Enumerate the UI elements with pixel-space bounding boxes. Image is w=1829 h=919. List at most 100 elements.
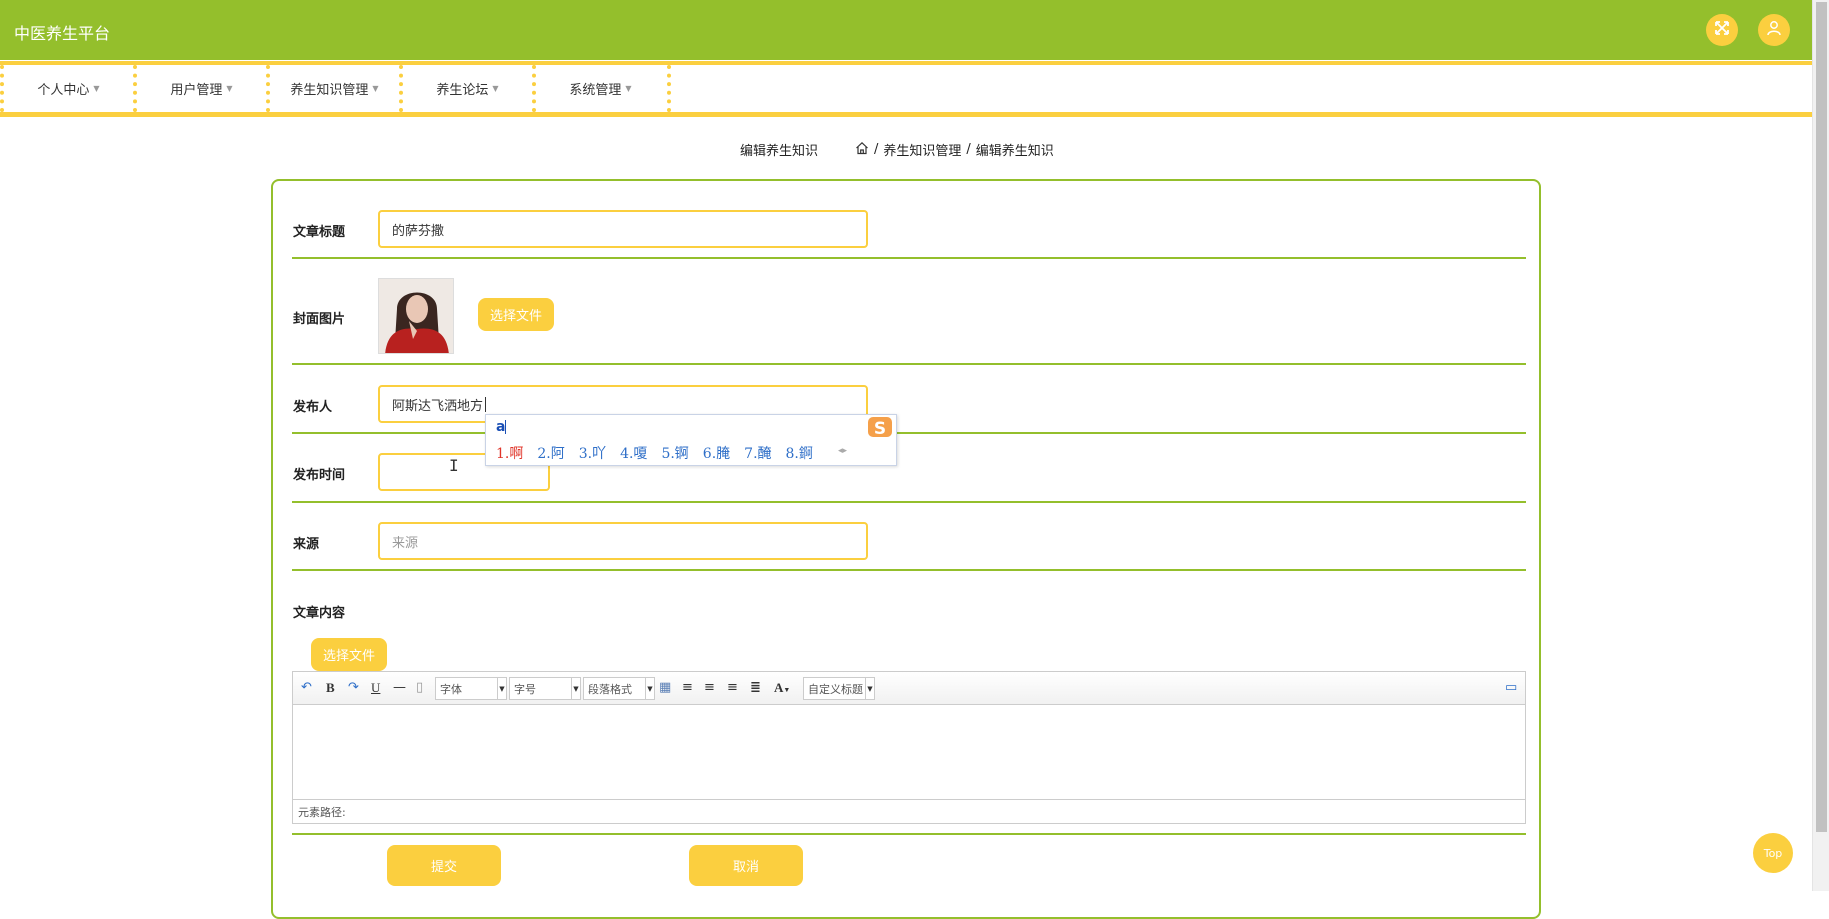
- select-label: 自定义标题: [808, 682, 863, 696]
- custom-title-select[interactable]: 自定义标题 ▼: [803, 677, 875, 700]
- row-divider: [292, 363, 1526, 365]
- ime-pinyin: a: [496, 419, 507, 435]
- nav-forum[interactable]: 养生论坛 ▼: [399, 65, 532, 112]
- nav-system-management[interactable]: 系统管理 ▼: [532, 65, 665, 112]
- align-right-icon[interactable]: ≡: [704, 680, 715, 695]
- underline-icon[interactable]: U: [371, 680, 380, 696]
- nav-label: 用户管理: [170, 83, 223, 98]
- breadcrumb-separator: /: [874, 142, 879, 157]
- home-icon[interactable]: [855, 141, 869, 159]
- page-icon[interactable]: ▯: [416, 680, 423, 695]
- ime-candidate[interactable]: 2.阿: [537, 443, 564, 463]
- align-left-icon[interactable]: ≡: [682, 680, 693, 695]
- ime-candidate[interactable]: 4.嗄: [620, 443, 647, 463]
- nav-label: 系统管理: [569, 83, 622, 98]
- font-family-select[interactable]: 字体 ▼: [435, 677, 507, 700]
- dropdown-arrow-icon: ▼: [497, 678, 506, 699]
- paragraph-format-select[interactable]: 段落格式 ▼: [583, 677, 655, 700]
- table-icon[interactable]: ▦: [659, 680, 671, 695]
- user-button[interactable]: [1758, 14, 1790, 46]
- nav-divider: [667, 65, 671, 112]
- breadcrumb-knowledge[interactable]: 养生知识管理: [883, 140, 961, 159]
- caret-down-icon: ▼: [372, 84, 379, 93]
- nav-label: 个人中心: [37, 83, 90, 98]
- ime-candidate[interactable]: 8.錒: [786, 443, 813, 463]
- page-scrollbar[interactable]: [1812, 0, 1829, 891]
- nav-knowledge-management[interactable]: 养生知识管理 ▼: [266, 65, 399, 112]
- cover-choose-file-button[interactable]: 选择文件: [478, 298, 554, 331]
- cover-label: 封面图片: [293, 312, 346, 327]
- ime-pinyin-text: a: [496, 419, 506, 435]
- bold-icon[interactable]: B: [326, 680, 335, 696]
- nav-user-management[interactable]: 用户管理 ▼: [133, 65, 266, 112]
- back-to-top-button[interactable]: Top: [1753, 833, 1793, 873]
- main-nav: 个人中心 ▼ 用户管理 ▼ 养生知识管理 ▼ 养生论坛 ▼ 系统管理 ▼: [0, 61, 1812, 117]
- cover-image: [378, 278, 454, 354]
- breadcrumb-separator: /: [966, 142, 971, 157]
- top-bar: 中医养生平台: [0, 0, 1812, 60]
- horizontal-rule-icon[interactable]: —: [393, 680, 406, 695]
- content-label: 文章内容: [293, 606, 346, 621]
- redo-icon[interactable]: ↷: [348, 680, 359, 695]
- row-divider: [292, 569, 1526, 571]
- caret-down-icon: ▼: [226, 84, 233, 93]
- select-label: 字号: [514, 682, 536, 696]
- publisher-label: 发布人: [293, 400, 333, 415]
- editor-content-area[interactable]: [293, 705, 1525, 801]
- svg-text:S: S: [874, 419, 886, 439]
- text-cursor-icon: I: [449, 456, 459, 475]
- publisher-value: 阿斯达飞洒地方: [392, 398, 484, 414]
- fullscreen-icon: [1714, 20, 1730, 40]
- select-label: 段落格式: [588, 682, 632, 696]
- dropdown-arrow-icon: ▼: [783, 686, 791, 694]
- ime-candidate[interactable]: 6.腌: [703, 443, 730, 463]
- user-icon: [1766, 20, 1782, 40]
- scrollbar-thumb[interactable]: [1816, 2, 1827, 832]
- nav-label: 养生知识管理: [290, 83, 369, 98]
- caret-down-icon: ▼: [492, 84, 499, 93]
- dropdown-arrow-icon: ▼: [645, 678, 654, 699]
- undo-icon[interactable]: ↶: [301, 680, 312, 695]
- preview-icon[interactable]: ▭: [1505, 680, 1517, 695]
- row-divider: [292, 501, 1526, 503]
- row-divider: [292, 833, 1526, 835]
- font-size-select[interactable]: 字号 ▼: [509, 677, 581, 700]
- brand-title: 中医养生平台: [14, 24, 111, 43]
- sogou-logo-icon: S: [866, 413, 894, 441]
- font-color-icon[interactable]: A▼: [774, 680, 790, 696]
- ime-page-arrows-icon[interactable]: ◂▸: [838, 446, 847, 456]
- content-choose-file-button[interactable]: 选择文件: [311, 638, 387, 671]
- dropdown-arrow-icon: ▼: [865, 678, 874, 699]
- editor-toolbar: ↶ B ↷ U — ▯ 字体 ▼ 字号 ▼ 段落格式 ▼ ▦ ≡ ≡ ≡ ≣ A▼ 自…: [293, 672, 1525, 705]
- ime-candidate-popup: a 1.啊 2.阿 3.吖 4.嗄 5.锕 6.腌 7.醃 8.錒 ◂▸ S: [485, 414, 897, 466]
- source-label: 来源: [293, 537, 320, 552]
- title-input[interactable]: 的萨芬撒: [378, 210, 868, 248]
- justify-icon[interactable]: ≣: [750, 680, 761, 695]
- caret-down-icon: ▼: [625, 84, 632, 93]
- caret-down-icon: ▼: [93, 84, 100, 93]
- ime-candidate[interactable]: 5.锕: [661, 443, 688, 463]
- text-caret: [505, 420, 507, 434]
- source-input[interactable]: 来源: [378, 522, 868, 560]
- row-divider: [292, 257, 1526, 259]
- title-label: 文章标题: [293, 225, 346, 240]
- element-path-bar: 元素路径:: [293, 799, 1525, 823]
- ime-candidate[interactable]: 1.啊: [496, 443, 523, 463]
- breadcrumb-current: 编辑养生知识: [975, 144, 1054, 159]
- page-title: 编辑养生知识: [740, 144, 819, 159]
- ime-candidate[interactable]: 3.吖: [579, 443, 606, 463]
- row-divider: [292, 432, 1526, 434]
- ime-candidate[interactable]: 7.醃: [744, 443, 771, 463]
- align-center-icon[interactable]: ≡: [727, 680, 738, 695]
- fullscreen-button[interactable]: [1706, 14, 1738, 46]
- rich-text-editor: ↶ B ↷ U — ▯ 字体 ▼ 字号 ▼ 段落格式 ▼ ▦ ≡ ≡ ≡ ≣ A▼ 自…: [292, 671, 1526, 824]
- nav-label: 养生论坛: [436, 83, 489, 98]
- select-label: 字体: [440, 682, 462, 696]
- nav-personal-center[interactable]: 个人中心 ▼: [0, 65, 133, 112]
- date-label: 发布时间: [293, 468, 346, 483]
- cancel-button[interactable]: 取消: [689, 845, 803, 886]
- ime-candidate-list: 1.啊 2.阿 3.吖 4.嗄 5.锕 6.腌 7.醃 8.錒: [496, 443, 813, 463]
- breadcrumb: / 养生知识管理 / 编辑养生知识: [855, 140, 1054, 159]
- submit-button[interactable]: 提交: [387, 845, 501, 886]
- dropdown-arrow-icon: ▼: [571, 678, 580, 699]
